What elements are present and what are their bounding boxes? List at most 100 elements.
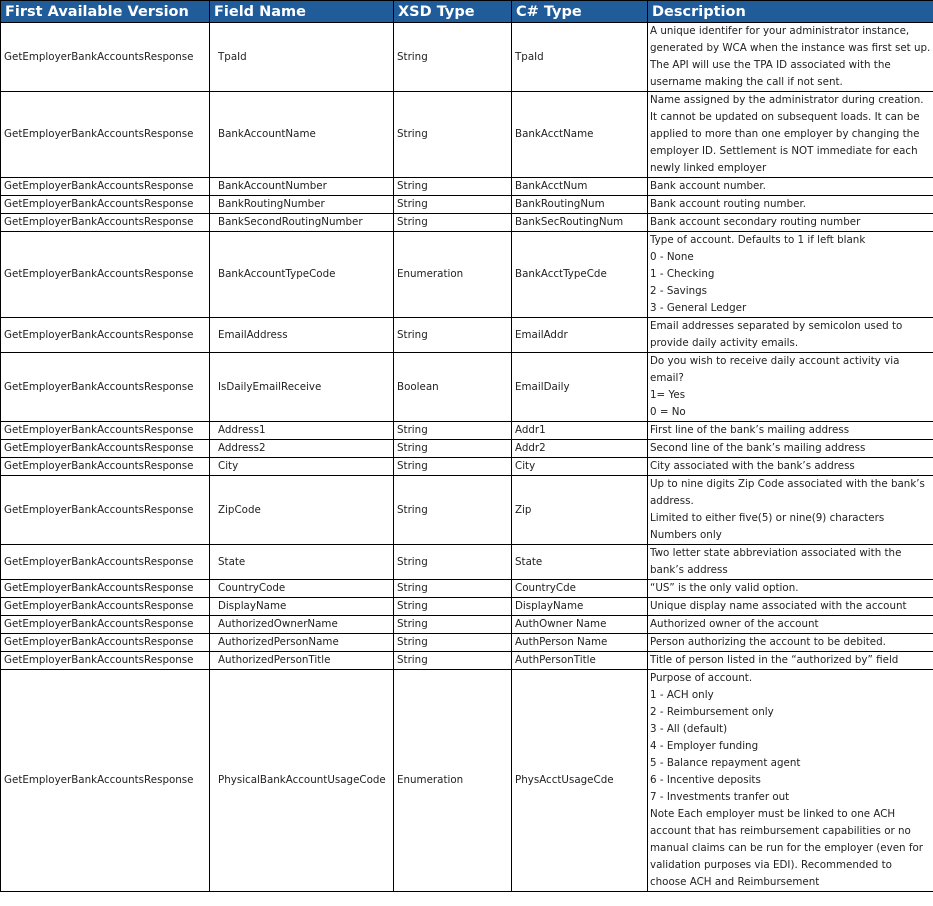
description-line: A unique identifer for your administrato…	[650, 25, 910, 37]
description-cell: Two letter state abbreviation associated…	[647, 544, 933, 580]
description-line: City associated with the bank’s address	[650, 460, 855, 472]
api-fields-table: First Available Version Field Name XSD T…	[0, 0, 933, 892]
table-row: GetEmployerBankAccountsResponse DisplayNa…	[0, 597, 933, 616]
description-line: Bank account routing number.	[650, 198, 807, 210]
description-cell: Purpose of account. 1 - ACH only 2 - Reimb…	[647, 669, 933, 892]
csharp-type-cell: PhysAcctUsageCde	[511, 669, 648, 892]
version-cell: GetEmployerBankAccountsResponse	[0, 317, 210, 353]
field-name-cell: Address2	[209, 439, 394, 458]
table-row: GetEmployerBankAccountsResponse PhysicalB…	[0, 669, 933, 892]
description-line: Two letter state abbreviation associated…	[650, 547, 902, 559]
xsd-type-cell: String	[393, 439, 512, 458]
description-line: choose ACH and Reimbursement	[650, 876, 820, 888]
field-name-cell: City	[209, 457, 394, 476]
version-cell: GetEmployerBankAccountsResponse	[0, 421, 210, 440]
csharp-type-cell: CountryCde	[511, 579, 648, 598]
description-line: username making the call if not sent.	[650, 76, 843, 88]
description-line: 2 - Reimbursement only	[650, 706, 774, 718]
table-row: GetEmployerBankAccountsResponse ZipCode St…	[0, 475, 933, 545]
field-name-cell: CountryCode	[209, 579, 394, 598]
description-line: Name assigned by the administrator durin…	[650, 94, 924, 106]
description-line: account that has reimbursement capabilit…	[650, 825, 911, 837]
csharp-type-cell: EmailAddr	[511, 317, 648, 353]
description-line: Authorized owner of the account	[650, 618, 819, 630]
xsd-type-cell: String	[393, 475, 512, 545]
field-name-cell: AuthorizedOwnerName	[209, 615, 394, 634]
description-line: 0 - None	[650, 251, 694, 263]
description-cell: Type of account. Defaults to 1 if left b…	[647, 231, 933, 318]
csharp-type-cell: Addr1	[511, 421, 648, 440]
description-line: Title of person listed in the “authorize…	[650, 654, 899, 666]
description-cell: Up to nine digits Zip Code associated wi…	[647, 475, 933, 545]
csharp-type-cell: BankSecRoutingNum	[511, 213, 648, 232]
table-row: GetEmployerBankAccountsResponse State Stri…	[0, 544, 933, 580]
field-name-cell: TpaId	[209, 22, 394, 92]
description-line: 1 - ACH only	[650, 689, 714, 701]
version-cell: GetEmployerBankAccountsResponse	[0, 669, 210, 892]
description-line: Bank account number.	[650, 180, 766, 192]
header-first-available-version: First Available Version	[0, 0, 210, 23]
header-row: First Available Version Field Name XSD T…	[0, 0, 933, 23]
table-row: GetEmployerBankAccountsResponse Authorize…	[0, 633, 933, 652]
field-name-cell: BankRoutingNumber	[209, 195, 394, 214]
version-cell: GetEmployerBankAccountsResponse	[0, 633, 210, 652]
field-name-cell: PhysicalBankAccountUsageCode	[209, 669, 394, 892]
description-line: address.	[650, 495, 694, 507]
table-row: GetEmployerBankAccountsResponse CountryCo…	[0, 579, 933, 598]
csharp-type-cell: State	[511, 544, 648, 580]
xsd-type-cell: String	[393, 91, 512, 178]
description-line: 0 = No	[650, 406, 686, 418]
xsd-type-cell: String	[393, 615, 512, 634]
description-cell: Bank account secondary routing number	[647, 213, 933, 232]
field-name-cell: ZipCode	[209, 475, 394, 545]
csharp-type-cell: City	[511, 457, 648, 476]
version-cell: GetEmployerBankAccountsResponse	[0, 91, 210, 178]
field-name-cell: AuthorizedPersonName	[209, 633, 394, 652]
description-line: The API will use the TPA ID associated w…	[650, 59, 891, 71]
description-cell: Do you wish to receive daily account act…	[647, 352, 933, 422]
version-cell: GetEmployerBankAccountsResponse	[0, 597, 210, 616]
description-cell: Person authorizing the account to be deb…	[647, 633, 933, 652]
xsd-type-cell: String	[393, 579, 512, 598]
version-cell: GetEmployerBankAccountsResponse	[0, 475, 210, 545]
csharp-type-cell: BankRoutingNum	[511, 195, 648, 214]
header-csharp-type: C# Type	[511, 0, 648, 23]
description-line: Email addresses separated by semicolon u…	[650, 320, 903, 332]
description-line: Limited to either five(5) or nine(9) cha…	[650, 512, 885, 524]
field-name-cell: BankAccountName	[209, 91, 394, 178]
xsd-type-cell: String	[393, 421, 512, 440]
description-line: 2 - Savings	[650, 285, 708, 297]
table-row: GetEmployerBankAccountsResponse BankAccou…	[0, 91, 933, 178]
description-cell: City associated with the bank’s address	[647, 457, 933, 476]
csharp-type-cell: Zip	[511, 475, 648, 545]
description-line: bank’s address	[650, 564, 728, 576]
field-name-cell: DisplayName	[209, 597, 394, 616]
xsd-type-cell: String	[393, 177, 512, 196]
csharp-type-cell: AuthPerson Name	[511, 633, 648, 652]
table-row: GetEmployerBankAccountsResponse BankRouti…	[0, 195, 933, 214]
description-line: Person authorizing the account to be deb…	[650, 636, 886, 648]
description-line: Unique display name associated with the …	[650, 600, 907, 612]
xsd-type-cell: String	[393, 544, 512, 580]
csharp-type-cell: AuthOwner Name	[511, 615, 648, 634]
description-line: Bank account secondary routing number	[650, 216, 861, 228]
version-cell: GetEmployerBankAccountsResponse	[0, 439, 210, 458]
description-line: generated by WCA when the instance was f…	[650, 42, 931, 54]
header-field-name: Field Name	[209, 0, 394, 23]
description-line: Type of account. Defaults to 1 if left b…	[650, 234, 866, 246]
description-line: 1 - Checking	[650, 268, 715, 280]
description-line: provide daily activity emails.	[650, 337, 799, 349]
description-line: email?	[650, 372, 684, 384]
description-line: 4 - Employer funding	[650, 740, 759, 752]
description-line: employer ID. Settlement is NOT immediate…	[650, 145, 918, 157]
description-line: 1= Yes	[650, 389, 686, 401]
xsd-type-cell: Boolean	[393, 352, 512, 422]
table-row: GetEmployerBankAccountsResponse EmailAddr…	[0, 317, 933, 353]
description-line: Note Each employer must be linked to one…	[650, 808, 896, 820]
field-name-cell: BankAccountNumber	[209, 177, 394, 196]
description-line: validation purposes via EDI). Recommende…	[650, 859, 892, 871]
xsd-type-cell: String	[393, 213, 512, 232]
description-line: It cannot be updated on subsequent loads…	[650, 111, 920, 123]
csharp-type-cell: BankAcctNum	[511, 177, 648, 196]
version-cell: GetEmployerBankAccountsResponse	[0, 457, 210, 476]
